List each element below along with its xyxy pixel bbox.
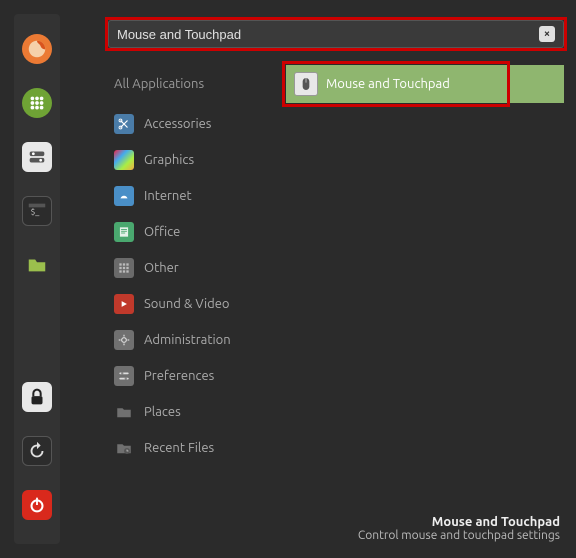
category-administration[interactable]: Administration bbox=[114, 322, 294, 358]
category-label: Other bbox=[144, 261, 179, 275]
category-label: Recent Files bbox=[144, 441, 214, 455]
session-reload-icon[interactable] bbox=[22, 436, 52, 466]
other-icon bbox=[114, 258, 134, 278]
menu-main: × All Applications Accessories Graphics … bbox=[78, 14, 570, 552]
tooltip-title: Mouse and Touchpad bbox=[358, 515, 560, 529]
category-office[interactable]: Office bbox=[114, 214, 294, 250]
category-places[interactable]: Places bbox=[114, 394, 294, 430]
mouse-icon bbox=[294, 72, 318, 96]
places-icon bbox=[114, 402, 134, 422]
sound-icon bbox=[114, 294, 134, 314]
category-label: All Applications bbox=[114, 77, 204, 91]
recent-icon bbox=[114, 438, 134, 458]
power-icon[interactable] bbox=[22, 490, 52, 520]
files-icon[interactable] bbox=[22, 250, 52, 280]
search-bar[interactable]: × bbox=[108, 20, 564, 48]
preferences-icon bbox=[114, 366, 134, 386]
category-label: Places bbox=[144, 405, 181, 419]
internet-icon bbox=[114, 186, 134, 206]
category-internet[interactable]: Internet bbox=[114, 178, 294, 214]
search-input[interactable] bbox=[117, 27, 539, 42]
category-label: Sound & Video bbox=[144, 297, 230, 311]
category-recent[interactable]: Recent Files bbox=[114, 430, 294, 466]
tooltip: Mouse and Touchpad Control mouse and tou… bbox=[358, 515, 560, 542]
category-label: Graphics bbox=[144, 153, 194, 167]
apps-icon[interactable] bbox=[22, 88, 52, 118]
lock-icon[interactable] bbox=[22, 382, 52, 412]
firefox-icon[interactable] bbox=[22, 34, 52, 64]
category-graphics[interactable]: Graphics bbox=[114, 142, 294, 178]
favorites-panel: $_ bbox=[14, 14, 60, 544]
office-icon bbox=[114, 222, 134, 242]
category-sound[interactable]: Sound & Video bbox=[114, 286, 294, 322]
results-list: Mouse and Touchpad bbox=[286, 65, 564, 103]
terminal-icon[interactable]: $_ bbox=[22, 196, 52, 226]
category-label: Preferences bbox=[144, 369, 214, 383]
admin-icon bbox=[114, 330, 134, 350]
svg-text:$_: $_ bbox=[31, 207, 41, 217]
result-mouse-touchpad[interactable]: Mouse and Touchpad bbox=[286, 65, 564, 103]
scissors-icon bbox=[114, 114, 134, 134]
category-other[interactable]: Other bbox=[114, 250, 294, 286]
category-label: Accessories bbox=[144, 117, 211, 131]
settings-icon[interactable] bbox=[22, 142, 52, 172]
graphics-icon bbox=[114, 150, 134, 170]
tooltip-desc: Control mouse and touchpad settings bbox=[358, 529, 560, 542]
category-accessories[interactable]: Accessories bbox=[114, 106, 294, 142]
category-label: Administration bbox=[144, 333, 231, 347]
result-label: Mouse and Touchpad bbox=[326, 77, 450, 91]
category-preferences[interactable]: Preferences bbox=[114, 358, 294, 394]
clear-search-icon[interactable]: × bbox=[539, 26, 555, 42]
category-all[interactable]: All Applications bbox=[114, 66, 294, 102]
category-list: All Applications Accessories Graphics In… bbox=[114, 66, 294, 466]
category-label: Office bbox=[144, 225, 180, 239]
category-label: Internet bbox=[144, 189, 192, 203]
